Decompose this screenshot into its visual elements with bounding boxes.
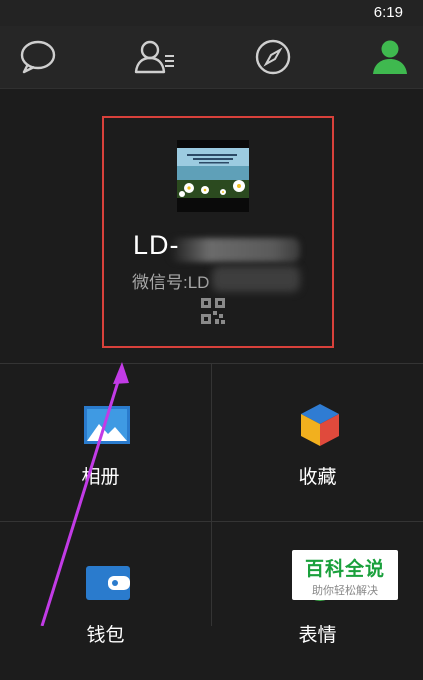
- album-icon: [84, 406, 130, 444]
- tab-discover[interactable]: [243, 32, 303, 82]
- menu-item-album[interactable]: 相册: [0, 364, 211, 522]
- person-icon: [373, 40, 407, 74]
- menu-item-favorites[interactable]: 收藏: [212, 364, 423, 522]
- watermark-logo: 百科全说 助你轻松解决: [292, 550, 398, 600]
- wallet-label: 钱包: [86, 625, 125, 646]
- highlight-box: [102, 116, 334, 348]
- status-time: 6:19: [373, 4, 403, 21]
- status-bar: 6:19: [0, 0, 423, 26]
- menu-item-emoji[interactable]: 表情: [212, 522, 423, 680]
- watermark-title: 百科全说: [304, 558, 385, 580]
- emoji-label: 表情: [298, 625, 337, 646]
- chat-bubble-icon: [20, 40, 56, 74]
- favorites-label: 收藏: [298, 467, 337, 488]
- tab-me[interactable]: [360, 32, 420, 82]
- tab-bar: [0, 26, 423, 89]
- compass-icon: [255, 39, 291, 75]
- cube-icon: [301, 404, 339, 446]
- watermark-subtitle: 助你轻松解决: [312, 584, 378, 597]
- album-label: 相册: [81, 467, 120, 488]
- wallet-icon: [86, 566, 130, 600]
- menu-item-wallet[interactable]: 钱包: [0, 522, 211, 680]
- tab-chats[interactable]: [8, 32, 68, 82]
- contacts-icon: [134, 40, 174, 74]
- tab-contacts[interactable]: [125, 32, 185, 82]
